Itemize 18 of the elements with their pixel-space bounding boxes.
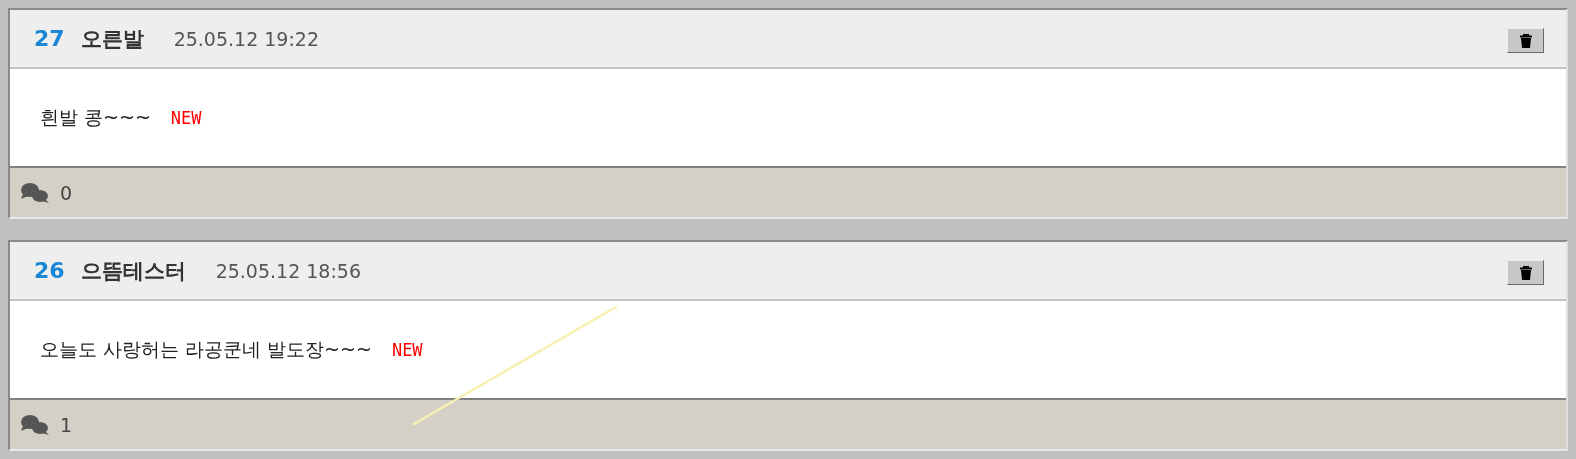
comment-count: 0 [60,181,73,204]
post-date: 25.05.12 19:22 [173,27,320,50]
comment-count: 1 [60,413,73,436]
new-label: NEW [391,339,423,360]
speech-bubbles-icon [20,413,50,436]
post-number: 27 [34,26,65,51]
post-text: 오늘도 사랑허는 라공쿤네 발도장~~~ [40,336,372,362]
author-name: 으뜸테스터 [80,257,186,285]
trash-icon [1519,33,1532,48]
delete-button[interactable] [1507,28,1544,53]
post-date: 25.05.12 18:56 [215,259,362,282]
speech-bubbles-icon [20,181,50,204]
post-text: 흰발 콩~~~ [40,104,151,130]
delete-button[interactable] [1507,260,1544,285]
new-label: NEW [170,107,202,128]
author-name: 오른발 [80,25,144,53]
trash-icon [1519,265,1532,280]
post-number: 26 [34,258,65,283]
